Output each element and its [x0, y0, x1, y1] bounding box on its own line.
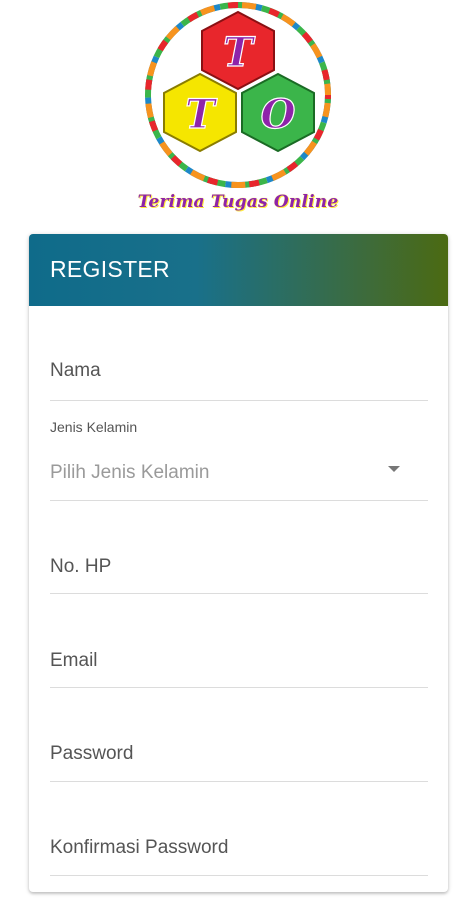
register-card: REGISTER Nama Jenis Kelamin Pilih Jenis …: [29, 234, 448, 892]
nama-underline: [50, 400, 428, 401]
phone-input[interactable]: No. HP: [50, 556, 111, 578]
app-logo: T T O Terima Tugas Online: [0, 0, 476, 222]
nama-input[interactable]: Nama: [50, 360, 101, 382]
password-underline: [50, 781, 428, 782]
register-header: REGISTER: [29, 234, 448, 306]
gender-select[interactable]: Pilih Jenis Kelamin: [50, 462, 209, 484]
confirm-password-input[interactable]: Konfirmasi Password: [50, 837, 228, 859]
logo-letter-right: O: [261, 91, 296, 138]
password-input[interactable]: Password: [50, 743, 133, 765]
logo-letter-left: T: [185, 91, 218, 138]
email-underline: [50, 687, 428, 688]
gender-label: Jenis Kelamin: [50, 419, 138, 435]
logo-caption: Terima Tugas Online: [137, 192, 339, 212]
email-input[interactable]: Email: [50, 650, 98, 672]
chevron-down-icon[interactable]: [388, 466, 400, 472]
register-title: REGISTER: [50, 256, 170, 282]
tto-logo-emblem: T T O: [145, 2, 331, 188]
gender-underline: [50, 500, 428, 501]
logo-letter-top: T: [223, 29, 256, 76]
phone-underline: [50, 593, 428, 594]
confirm-password-underline: [50, 875, 428, 876]
